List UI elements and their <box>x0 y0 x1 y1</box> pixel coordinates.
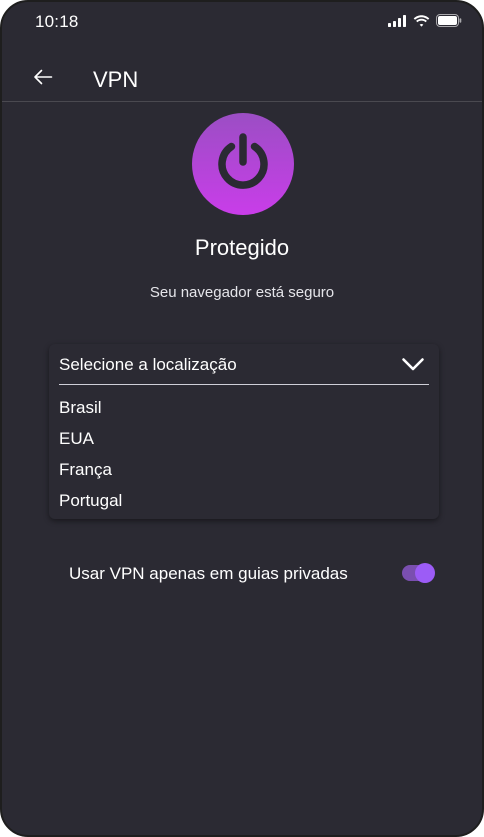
private-tabs-label: Usar VPN apenas em guias privadas <box>69 564 348 583</box>
vpn-status-heading: Protegido <box>194 235 290 260</box>
location-option-brasil[interactable]: Brasil <box>59 392 429 423</box>
battery-icon <box>436 14 462 27</box>
location-select[interactable]: Selecione a localização <box>59 344 429 385</box>
page-title: VPN <box>93 67 139 92</box>
vpn-status-subtitle: Seu navegador está seguro <box>149 284 335 301</box>
cellular-signal-icon <box>388 14 407 27</box>
private-tabs-toggle[interactable] <box>402 563 435 583</box>
arrow-left-icon <box>33 69 53 90</box>
back-button[interactable] <box>30 66 56 92</box>
status-time: 10:18 <box>35 12 79 31</box>
location-option-franca[interactable]: França <box>59 454 429 485</box>
status-icons <box>388 14 462 27</box>
location-option-eua[interactable]: EUA <box>59 423 429 454</box>
chevron-down-icon <box>401 356 425 377</box>
vpn-power-button[interactable] <box>192 113 294 215</box>
location-dropdown: Selecione a localização Brasil EUA Franç… <box>49 344 439 519</box>
private-tabs-setting: Usar VPN apenas em guias privadas <box>69 560 439 588</box>
toggle-knob <box>415 563 435 583</box>
wifi-icon <box>413 14 430 27</box>
app-header: VPN <box>2 58 482 102</box>
phone-screen: 10:18 VPN Protegido Seu navegador está s… <box>0 0 484 837</box>
location-options: Brasil EUA França Portugal <box>59 392 429 516</box>
status-bar: 10:18 <box>2 2 482 46</box>
location-select-label: Selecione a localização <box>59 355 237 374</box>
power-icon <box>212 131 274 198</box>
location-option-portugal[interactable]: Portugal <box>59 485 429 516</box>
